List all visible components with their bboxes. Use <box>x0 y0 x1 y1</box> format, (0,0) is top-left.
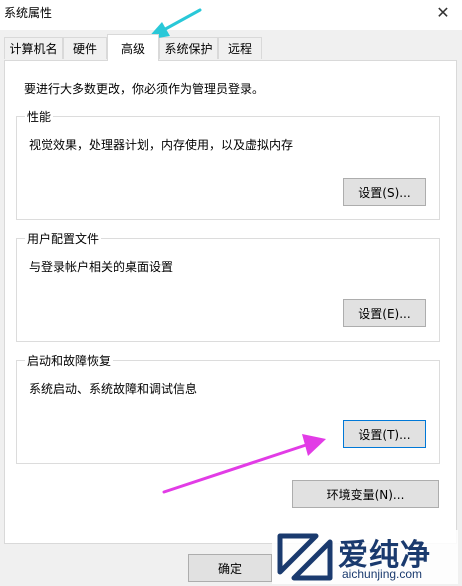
window-title: 系统属性 <box>4 6 53 20</box>
environment-variables-button[interactable]: 环境变量(N)... <box>292 480 439 508</box>
title-bar: 系统属性 ✕ <box>0 0 462 30</box>
ok-button[interactable]: 确定 <box>188 554 272 582</box>
group-startup-recovery: 启动和故障恢复 系统启动、系统故障和调试信息 设置(T)... <box>16 352 440 464</box>
admin-note: 要进行大多数更改，你必须作为管理员登录。 <box>24 82 265 96</box>
group-title-startup-recovery: 启动和故障恢复 <box>25 352 114 369</box>
startup-recovery-settings-button[interactable]: 设置(T)... <box>343 420 426 448</box>
performance-settings-button[interactable]: 设置(S)... <box>343 178 426 206</box>
tab-computer-name[interactable]: 计算机名 <box>4 37 63 59</box>
performance-description: 视觉效果，处理器计划，内存使用，以及虚拟内存 <box>29 138 294 152</box>
tab-system-protection[interactable]: 系统保护 <box>159 37 218 59</box>
close-icon[interactable]: ✕ <box>432 2 454 22</box>
user-profiles-description: 与登录帐户相关的桌面设置 <box>29 260 174 274</box>
group-user-profiles: 用户配置文件 与登录帐户相关的桌面设置 设置(E)... <box>16 230 440 342</box>
tab-hardware[interactable]: 硬件 <box>63 37 107 59</box>
watermark: 爱纯净 aichunjing.com <box>272 530 458 584</box>
tab-remote[interactable]: 远程 <box>218 37 262 59</box>
user-profiles-settings-button[interactable]: 设置(E)... <box>343 299 426 327</box>
brand-logo-icon <box>277 533 333 581</box>
group-performance: 性能 视觉效果，处理器计划，内存使用，以及虚拟内存 设置(S)... <box>16 108 440 220</box>
group-title-performance: 性能 <box>25 108 54 125</box>
startup-recovery-description: 系统启动、系统故障和调试信息 <box>29 382 198 396</box>
tab-advanced[interactable]: 高级 <box>107 34 159 61</box>
group-title-user-profiles: 用户配置文件 <box>25 230 102 247</box>
watermark-url: aichunjing.com <box>342 567 423 581</box>
